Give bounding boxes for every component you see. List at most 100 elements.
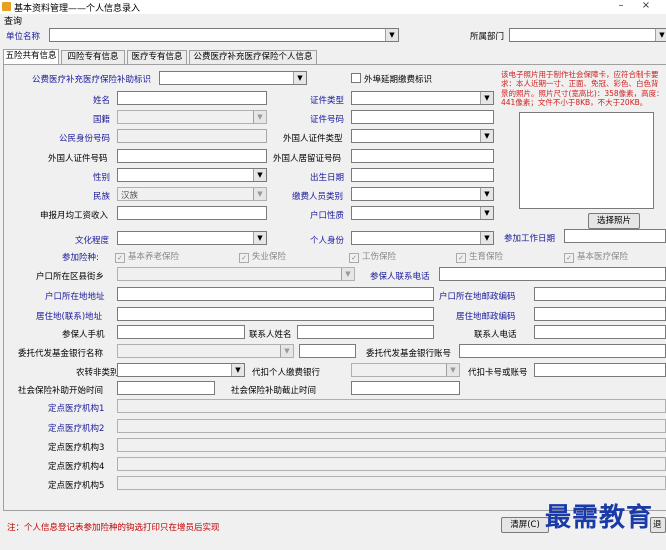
residence-zip-input[interactable] bbox=[534, 307, 666, 321]
hukou-zip-input[interactable] bbox=[534, 287, 666, 301]
identity-label: 个人身份 bbox=[310, 236, 345, 246]
outside-checkbox[interactable]: 外埠延期缴费标识 bbox=[351, 73, 432, 85]
hospital-1-label: 定点医疗机构1 bbox=[48, 404, 105, 414]
monthly-wage-input[interactable] bbox=[117, 206, 267, 220]
gender-select[interactable]: ▼ bbox=[117, 168, 267, 182]
app-icon bbox=[2, 2, 11, 11]
contact-phone-label: 参保人联系电话 bbox=[370, 272, 430, 282]
check-icon[interactable]: ✓ bbox=[349, 253, 359, 263]
window-title: 基本资料管理——个人信息录入 bbox=[14, 4, 141, 14]
foreign-id-no-input[interactable] bbox=[117, 149, 267, 163]
education-select[interactable]: ▼ bbox=[117, 231, 267, 245]
menu-bar: 查询 bbox=[0, 14, 666, 27]
ss-end-label: 社会保险补助截止时间 bbox=[231, 386, 317, 396]
insurance-pension-checkbox[interactable]: ✓ 基本养老保险 bbox=[115, 250, 179, 263]
insurance-medical-checkbox[interactable]: ✓ 基本医疗保险 bbox=[564, 250, 628, 263]
chevron-down-icon[interactable]: ▼ bbox=[480, 92, 493, 104]
chevron-down-icon[interactable]: ▼ bbox=[480, 232, 493, 244]
id-type-select[interactable]: ▼ bbox=[351, 91, 494, 105]
hospital-3-label: 定点医疗机构3 bbox=[48, 443, 105, 453]
insurance-label: 参加险种: bbox=[62, 253, 99, 263]
chevron-down-icon[interactable]: ▼ bbox=[293, 72, 306, 84]
citizen-id-input[interactable] bbox=[117, 129, 267, 143]
contact-tel-input[interactable] bbox=[534, 325, 666, 339]
chevron-down-icon[interactable]: ▼ bbox=[480, 188, 493, 200]
chevron-down-icon[interactable]: ▼ bbox=[480, 207, 493, 219]
chevron-down-icon[interactable]: ▼ bbox=[253, 188, 266, 200]
chevron-down-icon[interactable]: ▼ bbox=[655, 29, 666, 41]
identity-select[interactable]: ▼ bbox=[351, 231, 494, 245]
hukou-zip-label: 户口所在地邮政编码 bbox=[439, 292, 516, 302]
chevron-down-icon[interactable]: ▼ bbox=[253, 232, 266, 244]
contact-phone-input[interactable] bbox=[439, 267, 666, 281]
ethnicity-select[interactable]: 汉族 ▼ bbox=[117, 187, 267, 201]
contact-tel-label: 联系人电话 bbox=[474, 330, 517, 340]
contact-name-label: 联系人姓名 bbox=[249, 330, 292, 340]
minimize-button[interactable]: – bbox=[611, 0, 631, 13]
hospital-4-select[interactable] bbox=[117, 457, 666, 471]
chevron-down-icon[interactable]: ▼ bbox=[385, 29, 398, 41]
id-no-input[interactable] bbox=[351, 110, 494, 124]
mobile-input[interactable] bbox=[117, 325, 245, 339]
insurance-medical-label: 基本医疗保险 bbox=[577, 252, 629, 262]
payer-category-label: 缴费人员类别 bbox=[292, 192, 344, 202]
tab-common[interactable]: 五险共有信息 bbox=[3, 49, 59, 64]
foreign-id-type-select[interactable]: ▼ bbox=[351, 129, 494, 143]
work-date-label: 参加工作日期 bbox=[504, 234, 556, 244]
tab-supplement[interactable]: 公费医疗补充医疗保险个人信息 bbox=[189, 50, 317, 64]
ss-start-input[interactable] bbox=[117, 381, 215, 395]
name-label: 姓名 bbox=[93, 96, 111, 106]
hospital-2-label: 定点医疗机构2 bbox=[48, 424, 105, 434]
hukou-addr-input[interactable] bbox=[117, 287, 434, 301]
chevron-down-icon[interactable]: ▼ bbox=[446, 364, 459, 376]
withhold-acct-input[interactable] bbox=[534, 363, 666, 377]
hospital-2-select[interactable] bbox=[117, 419, 666, 433]
chevron-down-icon[interactable]: ▼ bbox=[231, 364, 244, 376]
chevron-down-icon[interactable]: ▼ bbox=[253, 111, 266, 123]
clear-button[interactable]: 清屏(C) bbox=[501, 517, 549, 533]
residence-addr-input[interactable] bbox=[117, 307, 434, 321]
chevron-down-icon[interactable]: ▼ bbox=[253, 169, 266, 181]
chevron-down-icon[interactable]: ▼ bbox=[480, 130, 493, 142]
birth-input[interactable] bbox=[351, 168, 494, 182]
hospital-5-select[interactable] bbox=[117, 476, 666, 490]
check-icon[interactable]: ✓ bbox=[115, 253, 125, 263]
nationality-select[interactable]: ▼ bbox=[117, 110, 267, 124]
hospital-3-select[interactable] bbox=[117, 438, 666, 452]
id-type-label: 证件类型 bbox=[310, 96, 345, 106]
foreign-permit-label: 外国人居留证号码 bbox=[273, 154, 342, 164]
bank-code-input[interactable] bbox=[299, 344, 356, 358]
hospital-4-label: 定点医疗机构4 bbox=[48, 462, 105, 472]
contact-name-input[interactable] bbox=[297, 325, 434, 339]
subsidy-select[interactable]: ▼ bbox=[159, 71, 307, 85]
hukou-select[interactable]: ▼ bbox=[351, 206, 494, 220]
check-icon[interactable]: ✓ bbox=[564, 253, 574, 263]
check-icon[interactable]: ✓ bbox=[456, 253, 466, 263]
agri-select[interactable]: ▼ bbox=[117, 363, 245, 377]
insurance-injury-checkbox[interactable]: ✓ 工伤保险 bbox=[349, 250, 396, 263]
bank-name-select[interactable]: ▼ bbox=[117, 344, 294, 358]
payer-category-select[interactable]: ▼ bbox=[351, 187, 494, 201]
foreign-permit-input[interactable] bbox=[351, 149, 494, 163]
chevron-down-icon[interactable]: ▼ bbox=[341, 268, 354, 280]
check-icon[interactable]: ✓ bbox=[239, 253, 249, 263]
residence-addr-label: 居住地(联系)地址 bbox=[36, 312, 103, 322]
close-button[interactable]: × bbox=[636, 0, 656, 13]
street-select[interactable]: ▼ bbox=[117, 267, 355, 281]
tab-four-insurance[interactable]: 四险专有信息 bbox=[61, 50, 125, 64]
insurance-unemployment-checkbox[interactable]: ✓ 失业保险 bbox=[239, 250, 286, 263]
checkbox-icon[interactable] bbox=[351, 73, 361, 83]
menu-query[interactable]: 查询 bbox=[4, 14, 22, 27]
work-date-input[interactable] bbox=[564, 229, 666, 243]
select-photo-button[interactable]: 选择照片 bbox=[588, 213, 640, 229]
chevron-down-icon[interactable]: ▼ bbox=[280, 345, 293, 357]
bank-acct-input[interactable] bbox=[459, 344, 666, 358]
tab-medical[interactable]: 医疗专有信息 bbox=[127, 50, 187, 64]
ss-end-input[interactable] bbox=[351, 381, 460, 395]
withhold-bank-select[interactable]: ▼ bbox=[351, 363, 460, 377]
hospital-1-select[interactable] bbox=[117, 399, 666, 413]
insurance-maternity-checkbox[interactable]: ✓ 生育保险 bbox=[456, 250, 503, 263]
dept-select[interactable]: ▼ bbox=[509, 28, 666, 42]
unit-select[interactable]: ▼ bbox=[49, 28, 399, 42]
name-input[interactable] bbox=[117, 91, 267, 105]
